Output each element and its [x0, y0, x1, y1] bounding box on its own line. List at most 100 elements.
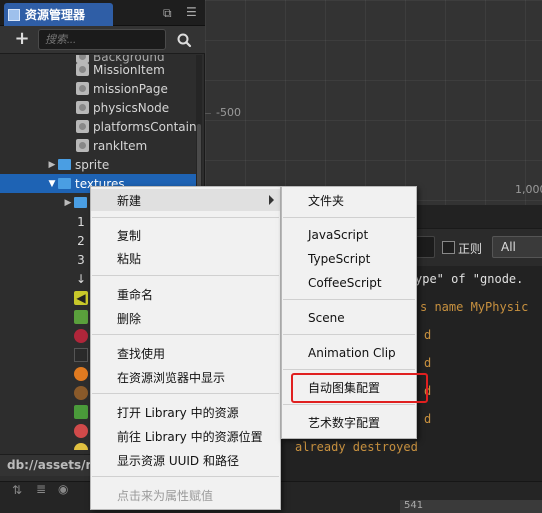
menu-item-copy[interactable]: 复制: [91, 224, 280, 246]
tree-item-label: sprite: [75, 157, 110, 172]
search-button[interactable]: [173, 30, 195, 50]
status-right-text: 541: [400, 500, 542, 513]
tree-item-label: ↓: [75, 271, 87, 286]
tree-item-label: 1: [77, 214, 85, 229]
menu-item-label: 新建: [117, 193, 142, 208]
tree-item-label: missionPage: [93, 81, 168, 96]
add-asset-button[interactable]: +: [12, 29, 32, 49]
tree-row[interactable]: physicsNode: [0, 98, 196, 117]
image-thumbnail-icon: [74, 442, 88, 450]
submenu-item-animation-clip[interactable]: Animation Clip: [282, 342, 416, 364]
menu-divider: [92, 217, 279, 218]
submenu-item-javascript[interactable]: JavaScript: [282, 224, 416, 246]
console-line: d: [424, 328, 432, 342]
console-line: d: [424, 356, 432, 370]
tree-row-sprite-folder[interactable]: ▶ sprite: [0, 155, 196, 174]
axis-tick: [205, 113, 211, 114]
submenu-item-label: 艺术数字配置: [308, 415, 381, 430]
scene-axis-label-left: -500: [216, 106, 241, 119]
image-thumbnail-icon: [74, 385, 88, 400]
console-line: s name MyPhysic: [420, 300, 529, 314]
chevron-right-icon[interactable]: ▶: [62, 198, 74, 208]
submenu-item-coffeescript[interactable]: CoffeeScript: [282, 272, 416, 294]
tree-item-label: physicsNode: [93, 100, 170, 115]
menu-icon[interactable]: ☰: [186, 5, 197, 19]
submenu-item-label: CoffeeScript: [308, 276, 382, 290]
menu-divider: [283, 334, 415, 335]
menu-divider: [283, 299, 415, 300]
search-icon: [177, 33, 192, 48]
image-thumbnail-icon: [74, 366, 88, 381]
prefab-icon: [76, 101, 89, 114]
prefab-icon: [76, 82, 89, 95]
tree-item-label: MissionItem: [93, 62, 165, 77]
asset-search-input[interactable]: [38, 29, 166, 50]
submenu-item-typescript[interactable]: TypeScript: [282, 248, 416, 270]
menu-item-label: 重命名: [117, 287, 154, 302]
menu-divider: [92, 393, 279, 394]
menu-item-assign-property: 点击来为属性赋值: [91, 484, 280, 506]
menu-item-open-library[interactable]: 打开 Library 中的资源: [91, 401, 280, 423]
console-line: ype" of "gnode.: [415, 272, 524, 286]
submenu-item-label-atlas[interactable]: 艺术数字配置: [282, 411, 416, 433]
tree-item-label: platformsContaine: [93, 119, 196, 134]
submenu-item-folder[interactable]: 文件夹: [282, 189, 416, 211]
submenu-item-scene[interactable]: Scene: [282, 307, 416, 329]
menu-divider: [283, 369, 415, 370]
menu-item-label: 在资源浏览器中显示: [117, 370, 226, 385]
menu-item-rename[interactable]: 重命名: [91, 283, 280, 305]
folder-icon: [74, 197, 87, 208]
tree-item-label: rankItem: [93, 138, 148, 153]
tree-item-label: 3: [77, 252, 85, 267]
menu-item-label: 复制: [117, 228, 142, 243]
menu-item-show-uuid[interactable]: 显示资源 UUID 和路径: [91, 449, 280, 471]
regex-checkbox[interactable]: [442, 241, 455, 254]
menu-divider: [283, 404, 415, 405]
context-menu: 新建 复制 粘贴 重命名 删除 查找使用 在资源浏览器中显示 打开 Librar…: [90, 186, 281, 510]
database-icon[interactable]: ≣: [36, 482, 46, 496]
menu-item-delete[interactable]: 删除: [91, 307, 280, 329]
scene-view[interactable]: [205, 0, 542, 205]
tree-row[interactable]: missionPage: [0, 79, 196, 98]
tree-row[interactable]: platformsContaine: [0, 117, 196, 136]
log-level-select[interactable]: All: [492, 236, 542, 258]
chevron-right-icon[interactable]: ▶: [46, 160, 58, 170]
menu-item-label: 点击来为属性赋值: [117, 488, 214, 503]
annotation-highlight-box: [291, 373, 428, 403]
tree-item-label: 2: [77, 233, 85, 248]
tree-row[interactable]: rankItem: [0, 136, 196, 155]
assets-tab[interactable]: 资源管理器: [4, 3, 113, 26]
prefab-icon: [76, 120, 89, 133]
menu-divider: [92, 334, 279, 335]
popout-icon[interactable]: ⧉: [163, 6, 172, 21]
menu-divider: [92, 476, 279, 477]
menu-item-paste[interactable]: 粘贴: [91, 247, 280, 269]
assets-tab-title: 资源管理器: [25, 8, 86, 22]
menu-item-label: 打开 Library 中的资源: [117, 405, 239, 420]
image-thumbnail-icon: ◀: [74, 290, 88, 305]
assets-tab-icon: [8, 8, 20, 21]
image-thumbnail-icon: [74, 309, 88, 324]
folder-icon: [58, 159, 71, 170]
tree-row[interactable]: MissionItem: [0, 60, 196, 79]
image-thumbnail-icon: [74, 423, 88, 438]
refresh-icon[interactable]: ⇅: [12, 483, 22, 497]
regex-label: 正则: [458, 242, 483, 256]
menu-item-new[interactable]: 新建: [91, 189, 280, 211]
menu-item-goto-library[interactable]: 前往 Library 中的资源位置: [91, 425, 280, 447]
console-line: already destroyed: [295, 440, 418, 454]
image-thumbnail-icon: [74, 404, 88, 419]
menu-item-find-usage[interactable]: 查找使用: [91, 342, 280, 364]
prefab-icon: [76, 139, 89, 152]
scene-axis-label-right: 1,000: [515, 183, 542, 196]
menu-item-reveal-in-explorer[interactable]: 在资源浏览器中显示: [91, 366, 280, 388]
menu-divider: [92, 275, 279, 276]
console-filter-input[interactable]: [415, 236, 435, 258]
prefab-icon: [76, 63, 89, 76]
menu-divider: [283, 217, 415, 218]
chevron-down-icon[interactable]: ▼: [46, 179, 58, 189]
submenu-item-label: Scene: [308, 311, 345, 325]
submenu-item-label: 文件夹: [308, 193, 345, 208]
eye-icon[interactable]: ◉: [58, 482, 68, 496]
menu-item-label: 显示资源 UUID 和路径: [117, 453, 239, 468]
